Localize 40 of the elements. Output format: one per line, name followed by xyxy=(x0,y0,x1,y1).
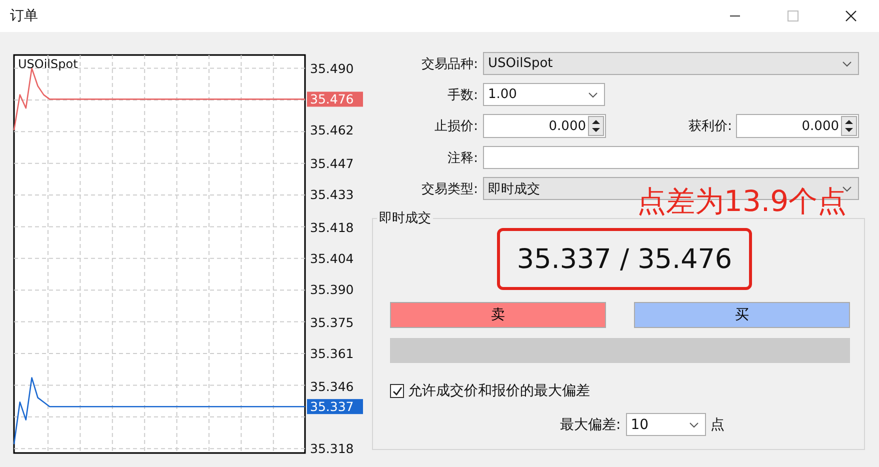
axis-tick-label: 35.375 xyxy=(310,315,354,330)
axis-tick-label: 35.318 xyxy=(310,441,354,456)
unit-label: 点 xyxy=(710,416,725,434)
spin-arrows-icon[interactable] xyxy=(841,116,857,136)
axis-tick-label: 35.433 xyxy=(310,186,354,202)
axis-tick-label: 35.462 xyxy=(310,122,354,138)
field-label: 交易类型: xyxy=(420,180,478,198)
spin-arrows-icon[interactable] xyxy=(588,116,604,136)
field-label: 注释: xyxy=(446,150,478,166)
field-label: 交易品种: xyxy=(420,56,478,72)
axis-tick-label: 35.490 xyxy=(310,60,354,76)
axis-tick-label: 35.346 xyxy=(310,379,354,394)
price-tag: 35.337 xyxy=(307,399,363,414)
axis-tick-label: 35.447 xyxy=(310,156,354,171)
field-label: 手数: xyxy=(446,86,478,104)
take-profit-spinner[interactable]: 0.000 xyxy=(736,114,859,138)
window-title: 订单 xyxy=(10,7,38,25)
chevron-down-icon xyxy=(688,422,699,428)
price-tag: 35.476 xyxy=(307,92,363,107)
sell-button[interactable]: 卖 xyxy=(390,302,606,328)
stop-loss-spinner[interactable]: 0.000 xyxy=(483,114,606,138)
deviation-dropdown[interactable]: 10 xyxy=(626,413,706,436)
field-label: 获利价: xyxy=(688,118,732,135)
axis-tick-label: 35.418 xyxy=(310,220,354,235)
checkbox[interactable] xyxy=(390,384,404,398)
axis-tick-label: 35.390 xyxy=(310,282,354,297)
chevron-down-icon xyxy=(842,60,852,66)
axis-tick-label: 35.361 xyxy=(310,346,354,361)
quote-text: 35.337 / 35.476 xyxy=(516,244,732,274)
group-title: 即时成交 xyxy=(377,209,433,227)
field-label: 最大偏差: xyxy=(560,416,621,434)
checkbox-label: 允许成交价和报价的最大偏差 xyxy=(408,382,590,400)
buy-button[interactable]: 买 xyxy=(634,302,850,328)
close-icon[interactable] xyxy=(845,10,857,22)
field-label: 止损价: xyxy=(434,118,478,135)
comment-field[interactable] xyxy=(483,146,859,169)
axis-tick-label: 35.404 xyxy=(310,250,354,266)
chevron-down-icon xyxy=(588,92,598,98)
volume-dropdown[interactable]: 1.00 xyxy=(483,83,605,106)
symbol-label: USOilSpot xyxy=(18,57,78,71)
